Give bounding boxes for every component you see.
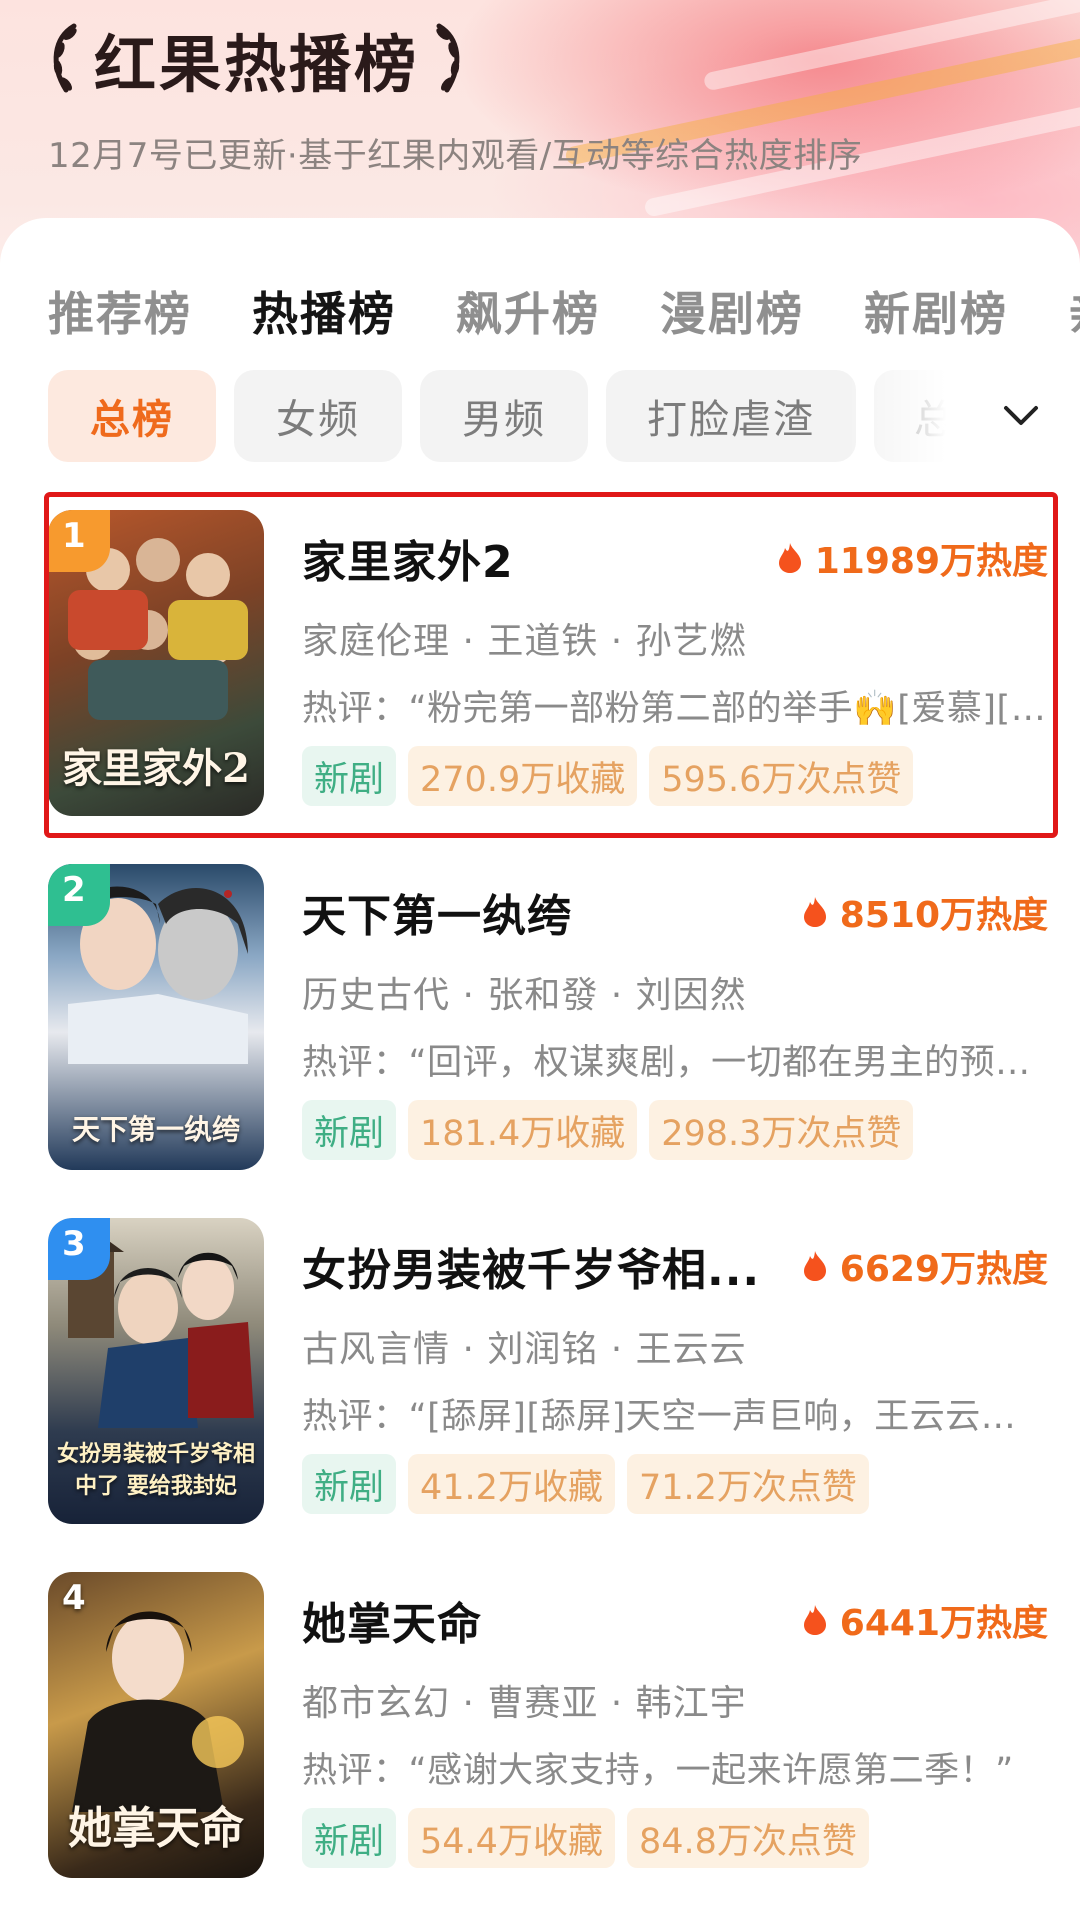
- drama-item[interactable]: 3 女扮男装被千岁爷相中了 要给我封妃 女扮男装被千岁爷相... 6629万热度…: [48, 1218, 1048, 1528]
- new-tag: 新剧: [302, 1100, 397, 1160]
- drama-item[interactable]: 1 家里家外2 家里家外2 11989万热度 家庭伦理 · 王道铁 · 孙艺燃 …: [48, 510, 1048, 820]
- ranking-tabs: 推荐榜 热播榜 飙升榜 漫剧榜 新剧榜 亲: [48, 278, 1080, 348]
- drama-cover[interactable]: 3 女扮男装被千岁爷相中了 要给我封妃: [48, 1218, 264, 1524]
- hot-review: 热评：“粉完第一部粉第二部的举手🙌[爱慕][爱慕]”: [302, 689, 1048, 729]
- hot-review: 热评：“[舔屏][舔屏]天空一声巨响，王云云闪亮登场”: [302, 1397, 1048, 1437]
- drama-badges: 新剧 270.9万收藏 595.6万次点赞: [302, 746, 925, 806]
- heat-score: 6629万热度: [802, 1240, 1048, 1292]
- drama-title[interactable]: 她掌天命: [302, 1588, 482, 1652]
- drama-cover[interactable]: 2 天下第一纨绔: [48, 864, 264, 1170]
- flame-icon: [803, 1605, 826, 1635]
- drama-badges: 新剧 181.4万收藏 298.3万次点赞: [302, 1100, 925, 1160]
- laurel-right-icon: [436, 23, 460, 93]
- chip-male[interactable]: 男频: [420, 370, 588, 462]
- heat-value: 11989万热度: [814, 541, 1048, 582]
- drama-title[interactable]: 天下第一纨绔: [302, 880, 572, 944]
- chevron-down-icon[interactable]: [996, 390, 1046, 440]
- update-subtitle: 12月7号已更新·基于红果内观看/互动等综合热度排序: [48, 136, 863, 176]
- drama-cover[interactable]: 4 她掌天命: [48, 1572, 264, 1878]
- likes-count: 298.3万次点赞: [649, 1100, 914, 1160]
- flame-icon: [778, 543, 801, 573]
- favorites-count: 181.4万收藏: [408, 1100, 638, 1160]
- drama-badges: 新剧 41.2万收藏 71.2万次点赞: [302, 1454, 881, 1514]
- page-title-row: 红果热播榜: [44, 14, 469, 104]
- favorites-count: 41.2万收藏: [408, 1454, 615, 1514]
- favorites-count: 270.9万收藏: [408, 746, 638, 806]
- drama-cover[interactable]: 1 家里家外2: [48, 510, 264, 816]
- heat-score: 11989万热度: [777, 532, 1048, 584]
- category-chips: 总榜 女频 男频 打脸虐渣 总: [48, 370, 988, 462]
- drama-meta: 历史古代 · 张和發 · 刘因然: [302, 975, 747, 1016]
- drama-item[interactable]: 2 天下第一纨绔 天下第一纨绔 8510万热度 历史古代 · 张和發 · 刘因然…: [48, 864, 1048, 1174]
- tab-rising[interactable]: 飙升榜: [456, 278, 600, 344]
- tab-comic[interactable]: 漫剧榜: [660, 278, 804, 344]
- drama-title[interactable]: 家里家外2: [302, 526, 514, 590]
- drama-meta: 家庭伦理 · 王道铁 · 孙艺燃: [302, 621, 747, 662]
- cover-title: 天下第一纨绔: [71, 1113, 240, 1146]
- hot-review: 热评：“感谢大家支持，一起来许愿第二季！”: [302, 1751, 1014, 1791]
- drama-title[interactable]: 女扮男装被千岁爷相...: [302, 1234, 760, 1298]
- flame-icon: [803, 1251, 826, 1281]
- new-tag: 新剧: [302, 1808, 397, 1868]
- favorites-count: 54.4万收藏: [408, 1808, 615, 1868]
- cover-title: 她掌天命: [68, 1803, 244, 1854]
- rank-badge: 3: [48, 1218, 110, 1280]
- rank-badge: 1: [48, 510, 110, 572]
- rank-badge: 2: [48, 864, 110, 926]
- drama-meta: 都市玄幻 · 曹赛亚 · 韩江宇: [302, 1683, 747, 1724]
- heat-value: 6629万热度: [839, 1249, 1048, 1290]
- chips-fade: [848, 370, 988, 462]
- tab-new[interactable]: 新剧榜: [864, 278, 1008, 344]
- laurel-left-icon: [53, 23, 77, 93]
- likes-count: 71.2万次点赞: [626, 1454, 869, 1514]
- chip-female[interactable]: 女频: [234, 370, 402, 462]
- chip-all[interactable]: 总榜: [48, 370, 216, 462]
- rank-badge: 4: [62, 1578, 86, 1618]
- drama-item[interactable]: 4 她掌天命 她掌天命 6441万热度 都市玄幻 · 曹赛亚 · 韩江宇 热评：…: [48, 1572, 1048, 1882]
- tab-more[interactable]: 亲: [1068, 278, 1080, 344]
- likes-count: 84.8万次点赞: [626, 1808, 869, 1868]
- drama-badges: 新剧 54.4万收藏 84.8万次点赞: [302, 1808, 881, 1868]
- heat-score: 6441万热度: [802, 1594, 1048, 1646]
- new-tag: 新剧: [302, 746, 397, 806]
- likes-count: 595.6万次点赞: [649, 746, 914, 806]
- tab-recommend[interactable]: 推荐榜: [48, 278, 192, 344]
- cover-title: 女扮男装被千岁爷相中了 要给我封妃: [56, 1441, 255, 1499]
- heat-value: 6441万热度: [839, 1603, 1048, 1644]
- hot-review: 热评：“回评，权谋爽剧，一切都在男主的预料之中”: [302, 1043, 1048, 1083]
- page-title: 红果热播榜: [94, 28, 420, 101]
- heat-value: 8510万热度: [839, 895, 1048, 936]
- flame-icon: [803, 897, 826, 927]
- chip-revenge[interactable]: 打脸虐渣: [606, 370, 856, 462]
- new-tag: 新剧: [302, 1454, 397, 1514]
- heat-score: 8510万热度: [802, 886, 1048, 938]
- cover-title: 家里家外2: [62, 745, 250, 792]
- drama-meta: 古风言情 · 刘润铭 · 王云云: [302, 1329, 747, 1370]
- tab-hot[interactable]: 热播榜: [252, 278, 396, 344]
